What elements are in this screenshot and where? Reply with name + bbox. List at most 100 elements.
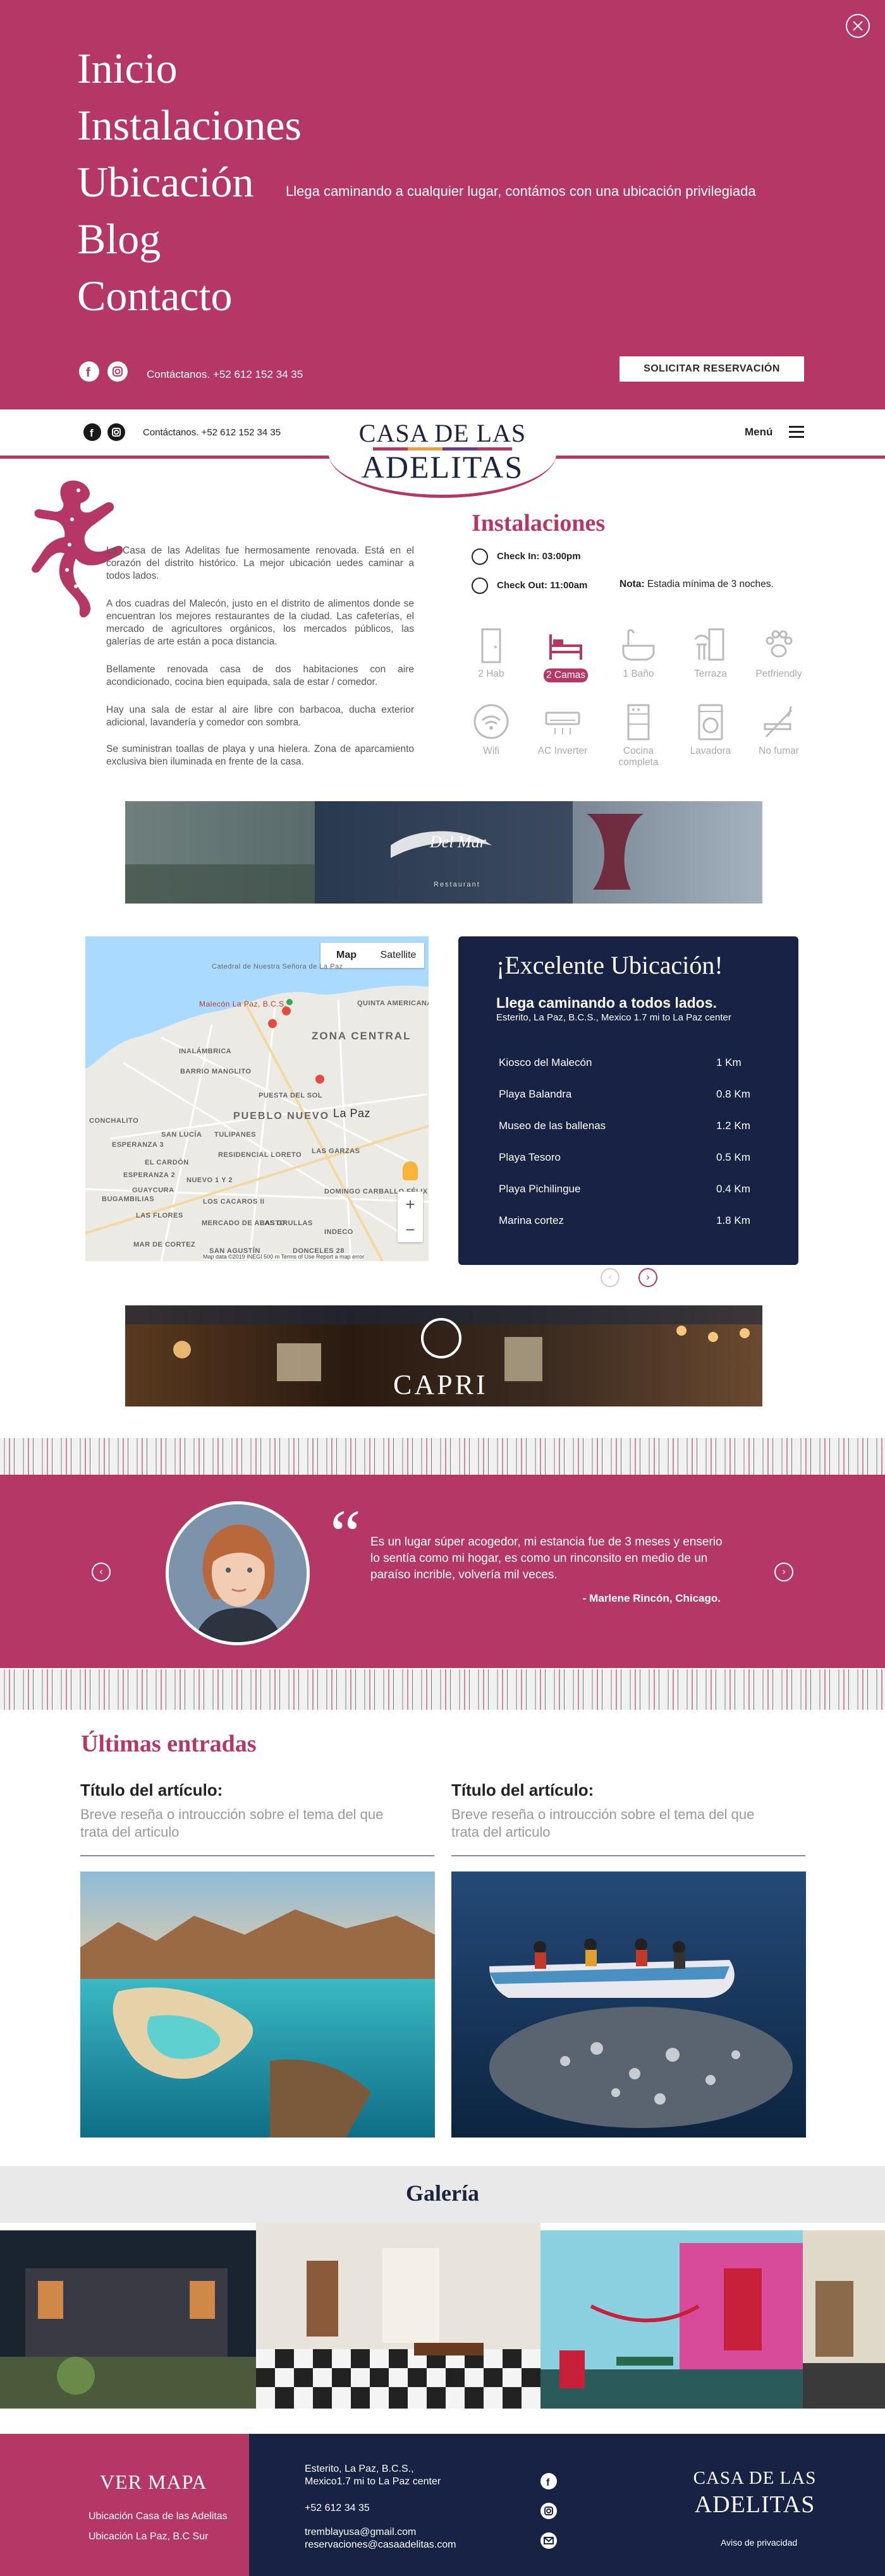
place-row: Playa Tesoro 0.5 Km (499, 1151, 750, 1163)
map-label: QUINTA AMERICANA (357, 1000, 429, 1007)
instagram-icon[interactable] (540, 2503, 557, 2519)
zoom-out-button[interactable]: − (398, 1217, 423, 1242)
intro-paragraph-2: A dos cuadras del Malecón, justo en el d… (106, 598, 414, 647)
intro-paragraph-4: Hay una sala de estar al aire libre con … (106, 704, 414, 728)
map-label: BUGAMBILIAS (102, 1195, 155, 1203)
amenity-terrace: Terraza (678, 626, 743, 680)
bathtub-icon (620, 626, 657, 665)
instalaciones-title: Instalaciones (472, 510, 606, 536)
email-icon[interactable] (540, 2532, 557, 2549)
menu-button[interactable]: Menú (745, 426, 804, 438)
decorative-pattern-top (0, 1438, 885, 1478)
privacy-link[interactable]: Aviso de privacidad (721, 2537, 797, 2548)
wifi-icon (472, 703, 510, 742)
zoom-in-button[interactable]: + (398, 1192, 423, 1217)
intro-paragraph-5: Se suministran toallas de playa y una hi… (106, 744, 414, 767)
air-conditioner-icon (544, 703, 582, 742)
gallery-image[interactable] (0, 2230, 256, 2409)
article-description: Breve reseña o introucción sobre el tema… (80, 1806, 384, 1840)
place-row: Playa Pichilingue 0.4 Km (499, 1183, 750, 1195)
gallery-image[interactable] (803, 2230, 885, 2409)
header-contact: Contáctanos. +52 612 152 34 35 (143, 427, 281, 438)
map-label: ESPERANZA 3 (112, 1141, 164, 1149)
stay-note: Nota: Estadia mínima de 3 noches. (620, 579, 774, 590)
place-row: Marina cortez 1.8 Km (499, 1214, 750, 1226)
hamburger-icon (789, 426, 804, 441)
view-map-link[interactable]: VER MAPA (100, 2470, 207, 2494)
gallery-image[interactable] (540, 2230, 803, 2409)
map-label: LAS GARZAS (312, 1147, 360, 1155)
restaurant-brand: Del Mar (430, 833, 486, 851)
door-icon (472, 626, 510, 665)
facebook-icon[interactable]: f (540, 2473, 557, 2489)
amenity-ac: AC Inverter (530, 703, 595, 757)
testimonial-prev-button[interactable]: ‹ (92, 1563, 111, 1581)
map-label: La Paz (333, 1107, 371, 1120)
carousel-next-button[interactable]: › (638, 1268, 657, 1287)
map-label: ZONA CENTRAL (312, 1030, 412, 1042)
location-address: Esterito, La Paz, B.C.S., Mexico 1.7 mi … (496, 1012, 731, 1023)
site-logo[interactable]: CASA DE LAS ADELITAS (329, 409, 556, 498)
overlay-contact: Contáctanos. +52 612 152 34 35 (147, 368, 303, 380)
map-label: LAS GRULLAS (260, 1219, 313, 1227)
request-reservation-button[interactable]: SOLICITAR RESERVACIÓN (620, 356, 804, 382)
chevron-left-icon: ‹ (99, 1566, 103, 1577)
testimonial-next-button[interactable]: › (774, 1563, 793, 1581)
article-title[interactable]: Título del artículo: (80, 1781, 223, 1800)
divider (80, 1855, 434, 1856)
chevron-right-icon: › (646, 1272, 650, 1283)
footer-emails: tremblayusa@gmail.com reservaciones@casa… (305, 2527, 456, 2550)
menu-link-ubicacion[interactable]: Ubicación (77, 157, 253, 207)
map-tab-satellite[interactable]: Satellite (372, 943, 424, 968)
street-view-icon[interactable] (403, 1161, 418, 1180)
map-label: NUEVO 1 Y 2 (186, 1176, 233, 1184)
map-label: PUEBLO NUEVO (233, 1111, 330, 1122)
map-label: CONCHALITO (89, 1117, 139, 1125)
intro-paragraph-3: Bellamente renovada casa de dos habitaci… (106, 664, 414, 687)
svg-text:f: f (86, 366, 90, 380)
menu-link-blog[interactable]: Blog (77, 214, 161, 264)
washing-machine-icon (692, 703, 729, 742)
menu-link-instalaciones[interactable]: Instalaciones (77, 100, 302, 150)
footer-location-link[interactable]: Ubicación Casa de las Adelitas (88, 2511, 228, 2522)
location-map[interactable]: Map Satellite Catedral de Nuestra Señora… (85, 936, 429, 1261)
amenity-no-smoking: No fumar (746, 703, 812, 757)
close-icon (853, 21, 863, 31)
article-description: Breve reseña o introucción sobre el tema… (451, 1806, 755, 1840)
chevron-left-icon: ‹ (608, 1272, 612, 1283)
map-label: PUESTA DEL SOL (259, 1092, 322, 1099)
no-smoking-icon (760, 703, 798, 742)
quote-icon: “ (330, 1496, 361, 1573)
menu-link-contacto[interactable]: Contacto (77, 270, 233, 321)
footer-address: Esterito, La Paz, B.C.S., Mexico1.7 mi t… (305, 2464, 441, 2487)
terrace-icon (692, 626, 729, 665)
testimonial-author: - Marlene Rincón, Chicago. (582, 1592, 721, 1604)
location-card: ¡Excelente Ubicación! Llega caminando a … (458, 936, 798, 1265)
menu-label: Menú (745, 426, 773, 438)
carousel-prev-button[interactable]: ‹ (601, 1268, 620, 1287)
map-label: MAR DE CORTEZ (133, 1241, 196, 1249)
menu-link-inicio[interactable]: Inicio (77, 43, 178, 94)
instagram-icon[interactable] (107, 361, 128, 382)
svg-text:f: f (546, 2477, 550, 2488)
footer-location-link[interactable]: Ubicación La Paz, B.C Sur (88, 2531, 208, 2543)
map-label: Malecón La Paz, B.C.S. (199, 1000, 287, 1008)
footer-logo-top: CASA DE LAS (693, 2468, 817, 2488)
capri-banner[interactable]: CAPRI (125, 1305, 762, 1406)
divider (451, 1855, 805, 1856)
close-menu-button[interactable] (846, 14, 870, 38)
article-image[interactable] (80, 1872, 435, 2138)
facebook-icon[interactable]: f (79, 361, 99, 382)
chevron-right-icon: › (782, 1566, 786, 1577)
place-row: Museo de las ballenas 1.2 Km (499, 1120, 750, 1132)
intro-paragraph-1: La Casa de las Adelitas fue hermosamente… (106, 545, 414, 581)
restaurant-banner[interactable]: Del Mar Restaurant (125, 801, 762, 904)
article-image[interactable] (451, 1872, 806, 2138)
gallery-image[interactable] (256, 2223, 540, 2409)
map-label: INALÁMBRICA (179, 1048, 232, 1055)
instagram-icon[interactable] (107, 423, 125, 441)
blog-title: Últimas entradas (81, 1731, 257, 1757)
facebook-icon[interactable]: f (83, 423, 101, 441)
article-title[interactable]: Título del artículo: (451, 1781, 594, 1800)
menu-tagline: Llega caminando a cualquier lugar, contá… (286, 183, 756, 199)
